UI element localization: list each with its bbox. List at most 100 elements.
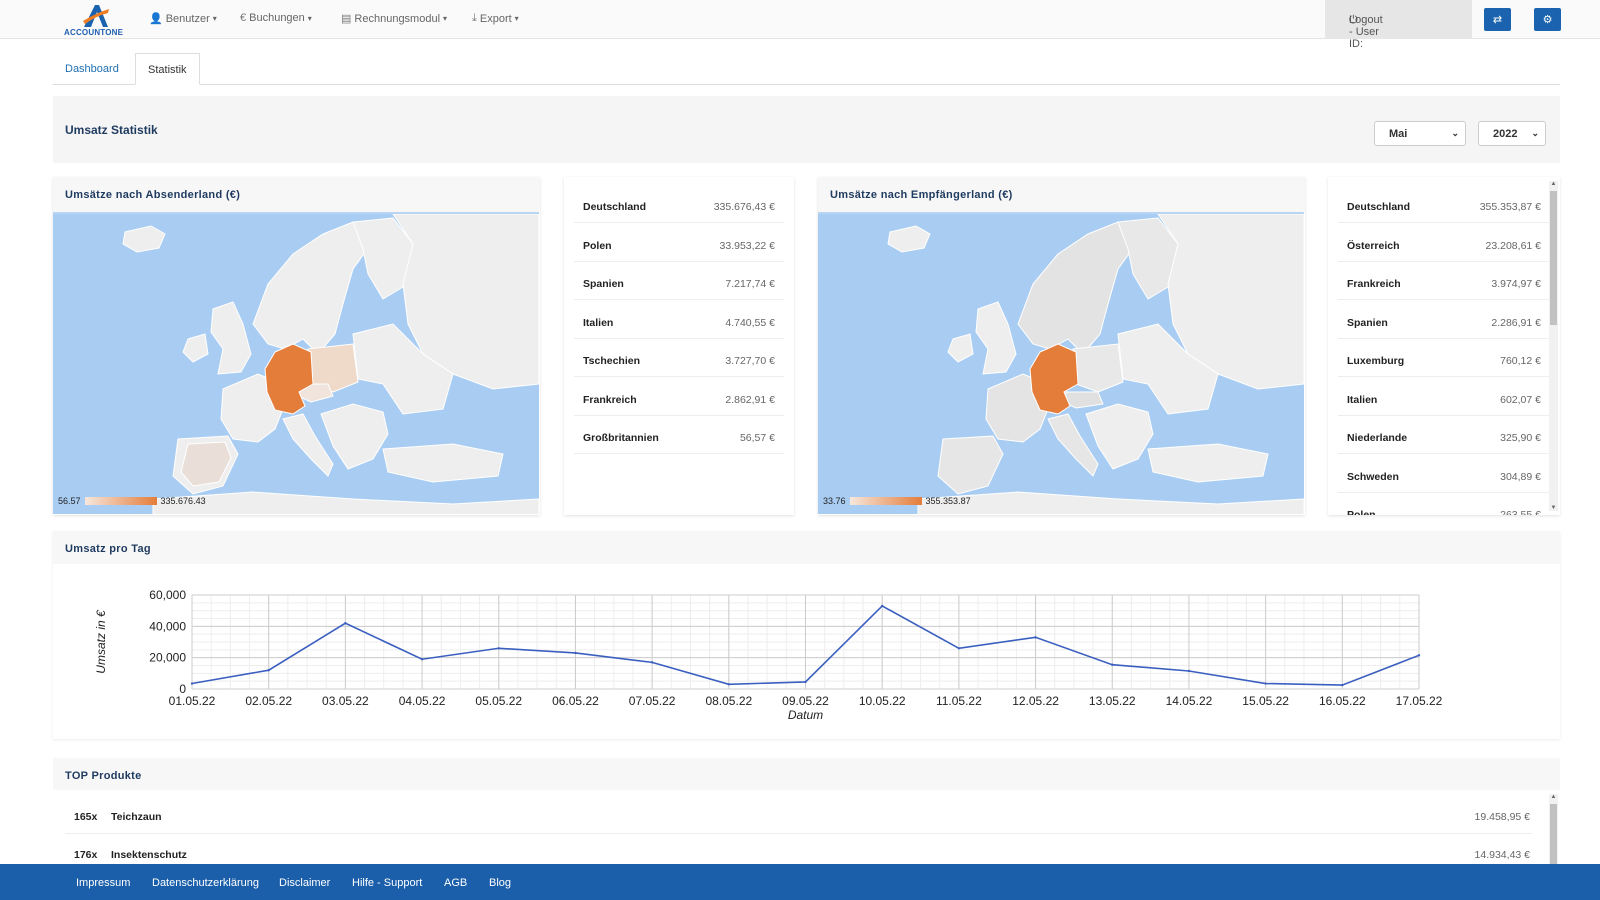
panel-header: TOP Produkte — [53, 758, 1560, 790]
country-name: Spanien — [583, 278, 624, 290]
data-point — [497, 647, 500, 650]
country-value: 335.676,43 € — [713, 201, 775, 213]
scroll-up-icon[interactable]: ▲ — [1549, 181, 1558, 187]
country-value: 3.727,70 € — [725, 355, 775, 367]
x-tick-label: 01.05.22 — [169, 694, 216, 708]
list-item: Spanien 2.286,91 € — [1338, 301, 1550, 339]
footer-link-blog[interactable]: Blog — [489, 877, 511, 889]
country-value: 2.862,91 € — [725, 393, 775, 406]
logout-button[interactable]: ⏻ Logout - User ID: — [1325, 0, 1472, 50]
nav-buchungen-label: Buchungen — [249, 12, 305, 24]
sender-europe-map[interactable]: 56.57 335.676.43 — [53, 212, 539, 514]
product-qty: 165x — [74, 811, 98, 823]
nav-export[interactable]: ⤓ Export ▾ — [472, 12, 519, 25]
month-select[interactable]: Mai ⌄ — [1374, 121, 1466, 146]
product-qty: 176x — [74, 849, 98, 861]
country-name: Schweden — [1347, 470, 1399, 483]
country-value: 325,90 € — [1500, 432, 1541, 444]
receiver-europe-map[interactable]: 33.76 355.353.87 — [818, 212, 1304, 514]
settings-button[interactable]: ⚙ — [1534, 8, 1561, 31]
country-value: 23.208,61 € — [1485, 239, 1541, 252]
year-select[interactable]: 2022 ⌄ — [1478, 121, 1546, 146]
x-tick-label: 13.05.22 — [1089, 694, 1136, 708]
map-legend: 56.57 335.676.43 — [58, 496, 206, 506]
scrollbar-thumb[interactable] — [1550, 191, 1557, 325]
receiver-list-scrollbar[interactable]: ▲ ▼ — [1549, 181, 1558, 511]
legend-min: 33.76 — [823, 496, 846, 506]
list-item: Deutschland 335.676,43 € — [574, 185, 784, 223]
data-point — [1034, 636, 1037, 639]
country-name: Polen — [1347, 509, 1376, 515]
accountone-logo[interactable]: ACCOUNTONE — [64, 3, 128, 37]
scroll-down-icon[interactable]: ▼ — [1549, 505, 1558, 511]
country-value: 760,12 € — [1500, 355, 1541, 367]
list-item: Polen 33.953,22 € — [574, 224, 784, 262]
export-icon: ⤓ — [472, 12, 477, 24]
product-name: Insektenschutz — [111, 849, 187, 861]
country-value: 33.953,22 € — [719, 239, 775, 252]
footer-link-impressum[interactable]: Impressum — [76, 877, 130, 889]
logo-text: ACCOUNTONE — [64, 28, 124, 37]
x-tick-label: 09.05.22 — [782, 694, 829, 708]
country-name: Tschechien — [583, 355, 640, 367]
data-point — [1341, 683, 1344, 687]
caret-down-icon: ▾ — [212, 14, 217, 23]
list-item: Frankreich 3.974,97 € — [1338, 262, 1550, 300]
x-tick-label: 07.05.22 — [629, 694, 676, 708]
tab-dashboard[interactable]: Dashboard — [53, 53, 131, 85]
country-value: 304,89 € — [1500, 470, 1541, 483]
statistik-header: Umsatz Statistik Mai ⌄ 2022 ⌄ — [53, 96, 1560, 163]
list-item: Tschechien 3.727,70 € — [574, 339, 784, 377]
y-tick-label: 60,000 — [149, 588, 186, 602]
year-select-value: 2022 — [1493, 128, 1518, 140]
product-revenue: 14.934,43 € — [1474, 849, 1530, 861]
footer-link-disclaimer[interactable]: Disclaimer — [279, 877, 330, 889]
top-navbar: ACCOUNTONE 👤 Benutzer ▾ € Buchungen ▾ ▤ … — [0, 0, 1600, 50]
country-value: 56,57 € — [739, 432, 775, 444]
gear-icon: ⚙ — [1542, 14, 1553, 26]
x-tick-label: 16.05.22 — [1319, 694, 1366, 708]
refresh-icon: ⇄ — [1492, 14, 1503, 26]
products-scrollbar[interactable]: ▲ — [1549, 794, 1558, 868]
x-tick-label: 14.05.22 — [1166, 694, 1213, 708]
top-products-panel: TOP Produkte 165x Teichzaun 19.458,95 € 176… — [53, 758, 1560, 872]
data-point — [267, 669, 270, 672]
tab-statistik[interactable]: Statistik — [135, 53, 200, 85]
data-point — [1187, 669, 1191, 673]
receiver-map-panel: Umsätze nach Empfängerland (€) 33.76 355… — [818, 177, 1305, 515]
footer-link-datenschutz[interactable]: Datenschutzerklärung — [152, 877, 259, 889]
caret-down-icon: ▾ — [443, 14, 448, 23]
scroll-up-icon[interactable]: ▲ — [1549, 794, 1558, 800]
country-name: Großbritannien — [583, 432, 659, 444]
list-item: Großbritannien 56,57 € — [574, 416, 784, 454]
footer-link-hilfe-support[interactable]: Hilfe - Support — [352, 877, 422, 889]
y-tick-label: 20,000 — [149, 651, 186, 665]
document-icon: ▤ — [341, 13, 352, 25]
caret-down-icon: ▾ — [307, 13, 312, 23]
product-revenue: 19.458,95 € — [1474, 811, 1530, 823]
country-name: Österreich — [1347, 239, 1400, 252]
panel-title: Umsätze nach Empfängerland (€) — [830, 189, 1013, 201]
chevron-down-icon: ⌄ — [1531, 128, 1539, 138]
refresh-button[interactable]: ⇄ — [1484, 8, 1511, 31]
panel-header: Umsätze nach Empfängerland (€) — [818, 177, 1305, 212]
sender-country-list: Deutschland 335.676,43 € Polen 33.953,22 € S… — [564, 177, 794, 515]
scrollbar-thumb[interactable] — [1550, 804, 1557, 864]
umsatz-pro-tag-panel: Umsatz pro Tag 0 20,000 40,000 60,000 01.05.… — [53, 531, 1560, 739]
country-value: 3.974,97 € — [1491, 278, 1541, 290]
footer-link-agb[interactable]: AGB — [444, 877, 467, 889]
y-axis-title: Umsatz in € — [94, 609, 108, 674]
country-name: Italien — [583, 316, 614, 329]
nav-benutzer[interactable]: 👤 Benutzer ▾ — [149, 12, 217, 26]
panel-title: TOP Produkte — [65, 770, 142, 782]
x-tick-label: 17.05.22 — [1396, 694, 1443, 708]
europe-map-graphic — [887, 214, 1304, 514]
list-item: Frankreich 2.862,91 € — [574, 378, 784, 416]
nav-buchungen[interactable]: € Buchungen ▾ — [240, 12, 312, 24]
data-point — [650, 661, 654, 664]
panel-title: Umsatz pro Tag — [65, 543, 151, 555]
nav-rechnungsmodul[interactable]: ▤ Rechnungsmodul ▾ — [341, 12, 448, 26]
x-tick-label: 15.05.22 — [1242, 694, 1289, 708]
country-name: Deutschland — [583, 201, 647, 213]
country-name: Luxemburg — [1347, 355, 1405, 367]
